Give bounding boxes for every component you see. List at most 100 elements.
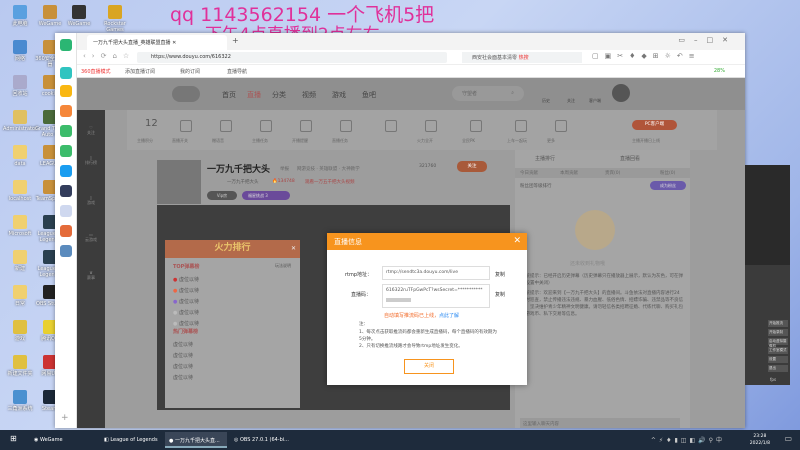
sidebar-app-icon[interactable] bbox=[60, 245, 72, 257]
sidebar-item-rank[interactable]: ▯ 排行榜 bbox=[81, 155, 101, 166]
bookmark[interactable]: 直播导航 bbox=[227, 68, 247, 75]
desktop-icon[interactable]: localhost bbox=[3, 180, 37, 202]
taskbar-app[interactable]: ◧ League of Legends bbox=[100, 432, 160, 448]
copy-rtmp-button[interactable]: 复制 bbox=[495, 271, 505, 278]
toolbar-label[interactable]: 直播任务 bbox=[332, 138, 348, 144]
tab-douyu[interactable]: 一万九千把大头直播_英雄联盟直播 ✕ bbox=[87, 35, 227, 50]
desktop-icon[interactable]: 网络 bbox=[3, 40, 37, 62]
system-tray-icons[interactable]: ^⚡♦▮◫◧🔊⚲中 bbox=[651, 435, 725, 444]
toolbar-label[interactable]: 火力全开 bbox=[417, 138, 433, 144]
close-icon[interactable]: ✕ bbox=[291, 245, 296, 252]
sidebar-app-icon[interactable] bbox=[60, 105, 72, 117]
site-search[interactable]: 守望者 ⌕ bbox=[452, 86, 524, 101]
toolbar-label[interactable]: 直播开关 bbox=[172, 138, 188, 144]
sidebar-app-icon[interactable] bbox=[60, 125, 72, 137]
desktop-icon[interactable]: data bbox=[3, 145, 37, 167]
toolbar-icon[interactable] bbox=[515, 120, 527, 132]
obs-control-button[interactable]: 设置 bbox=[768, 356, 788, 363]
copy-code-button[interactable]: 复制 bbox=[495, 291, 505, 298]
sidebar-app-icon[interactable] bbox=[60, 185, 72, 197]
url-input[interactable]: https://www.douyu.com/616322 bbox=[137, 52, 447, 63]
toolbar-label[interactable]: 赠语音 bbox=[212, 138, 224, 144]
nav-yuba[interactable]: 鱼吧 bbox=[362, 90, 376, 100]
follow-button[interactable]: 关注 bbox=[457, 161, 487, 172]
toolbar-icon[interactable] bbox=[555, 120, 567, 132]
taskbar-app[interactable]: ◉ WeGame bbox=[30, 432, 90, 448]
pc-client-button[interactable]: PC客户端 bbox=[632, 120, 677, 130]
promo-link[interactable]: 观看一万五千把大头视频 bbox=[305, 179, 355, 185]
toolbar-icon[interactable] bbox=[340, 120, 352, 132]
douyu-logo[interactable] bbox=[172, 86, 200, 102]
nav-buttons[interactable]: ‹›⟳⌂☆ bbox=[83, 52, 135, 60]
challenge-badge[interactable]: 福星挑战 3 bbox=[242, 191, 290, 200]
history-button[interactable]: 历史 bbox=[542, 98, 550, 104]
desktop-icon[interactable]: 三角洲系统 bbox=[3, 390, 37, 412]
tab-vip[interactable]: 贵宾(0) bbox=[605, 170, 620, 176]
desktop-icon[interactable]: 游戏 bbox=[3, 320, 37, 342]
toolbar-icon[interactable] bbox=[470, 120, 482, 132]
category-breadcrumb[interactable]: 网游竞技 · 英雄联盟 · 大神教学 bbox=[297, 166, 360, 172]
close-icon[interactable]: ✕ bbox=[513, 236, 521, 246]
obs-control-button[interactable]: 退出 bbox=[768, 365, 788, 372]
desktop-icon[interactable]: 回收站 bbox=[3, 75, 37, 97]
toolbar-label[interactable]: 上车一起玩 bbox=[507, 138, 527, 144]
toolbar-icon[interactable] bbox=[260, 120, 272, 132]
sidebar-app-icon[interactable] bbox=[60, 205, 72, 217]
browser-toolbar-icons[interactable]: ▢▣✂♦◆⊞☼↶≡ bbox=[592, 52, 701, 60]
follow-button[interactable]: 关注 bbox=[567, 98, 575, 104]
window-controls[interactable]: ▭–□✕ bbox=[678, 36, 737, 44]
desktop-icon[interactable]: WeGame bbox=[62, 5, 96, 27]
nav-home[interactable]: 首页 bbox=[222, 90, 236, 100]
tab-replay[interactable]: 直播回看 bbox=[620, 155, 640, 162]
notification-icon[interactable]: ▭ bbox=[784, 434, 792, 443]
toolbar-icon[interactable] bbox=[220, 120, 232, 132]
code-field[interactable]: 616322ruTFpGwPcT?wsSecret=*********** bbox=[382, 284, 490, 308]
tab-fans[interactable]: 粉丝(0) bbox=[660, 170, 675, 176]
sidebar-item-match[interactable]: ♛ 赛事 bbox=[81, 270, 101, 281]
desktop-icon[interactable]: 新建文件夹 bbox=[3, 355, 37, 377]
desktop-icon[interactable]: Microsoft bbox=[3, 215, 37, 237]
desktop-icon[interactable]: 此电脑 bbox=[3, 5, 37, 27]
sidebar-app-icon[interactable] bbox=[60, 145, 72, 157]
bookmark[interactable]: 添加直播订阅 bbox=[125, 68, 155, 75]
nav-category[interactable]: 分类 bbox=[272, 90, 286, 100]
add-icon[interactable]: + bbox=[61, 413, 69, 423]
vip-badge[interactable]: Vip房 bbox=[207, 191, 237, 200]
toolbar-icon[interactable] bbox=[180, 120, 192, 132]
rule-link[interactable]: 玩法说明 bbox=[275, 263, 291, 269]
toolbar-label[interactable]: 更多 bbox=[547, 138, 555, 144]
chat-input[interactable]: 这里输入聊天内容 bbox=[520, 418, 680, 428]
bookmark[interactable]: 我的订阅 bbox=[180, 68, 200, 75]
tab-today[interactable]: 今日贡献 bbox=[520, 170, 538, 176]
browser-logo-icon[interactable] bbox=[60, 39, 72, 51]
desktop-icon[interactable]: 新建 bbox=[3, 250, 37, 272]
rtmp-field[interactable]: rtmp://sendtc3a.douyu.com/live bbox=[382, 266, 490, 280]
toolbar-icon[interactable] bbox=[300, 120, 312, 132]
desktop-icon[interactable]: Rockstar Games bbox=[98, 5, 132, 33]
nav-live[interactable]: 直播 bbox=[247, 90, 261, 100]
taskbar-app[interactable]: ◎ OBS 27.0.1 (64-bi... bbox=[230, 432, 292, 448]
desktop-icon[interactable]: Administrator bbox=[3, 110, 37, 132]
search-input[interactable]: 西安社会面基本清零 热搜 bbox=[462, 52, 582, 63]
toolbar-icon[interactable] bbox=[425, 120, 437, 132]
new-tab-button[interactable]: + bbox=[232, 36, 239, 45]
toolbar-icon[interactable] bbox=[385, 120, 397, 132]
obs-control-button[interactable]: 开始推流 bbox=[768, 320, 788, 327]
nav-video[interactable]: 视频 bbox=[302, 90, 316, 100]
toolbar-label[interactable]: 主播任务 bbox=[252, 138, 268, 144]
report-link[interactable]: 举报 bbox=[280, 166, 289, 172]
nav-games[interactable]: 游戏 bbox=[332, 90, 346, 100]
sidebar-item-game[interactable]: ▯ 游戏 bbox=[81, 195, 101, 206]
sidebar-app-icon[interactable] bbox=[60, 67, 72, 79]
obs-control-button[interactable]: 开始录制 bbox=[768, 329, 788, 336]
obs-control-button[interactable]: 工作室模式 bbox=[768, 347, 788, 354]
scrollbar[interactable] bbox=[386, 298, 411, 302]
bookmark[interactable]: 360直播模式 bbox=[81, 68, 111, 75]
close-button[interactable]: 关闭 bbox=[404, 359, 454, 374]
sidebar-app-icon[interactable] bbox=[60, 165, 72, 177]
avatar[interactable] bbox=[612, 84, 630, 102]
client-button[interactable]: 客户端 bbox=[589, 98, 601, 104]
taskbar-app[interactable]: ● 一万九千把大头直... bbox=[165, 432, 227, 448]
obs-control-button[interactable]: 启动虚拟摄像机 bbox=[768, 338, 788, 348]
favorites-icon[interactable] bbox=[60, 85, 72, 97]
